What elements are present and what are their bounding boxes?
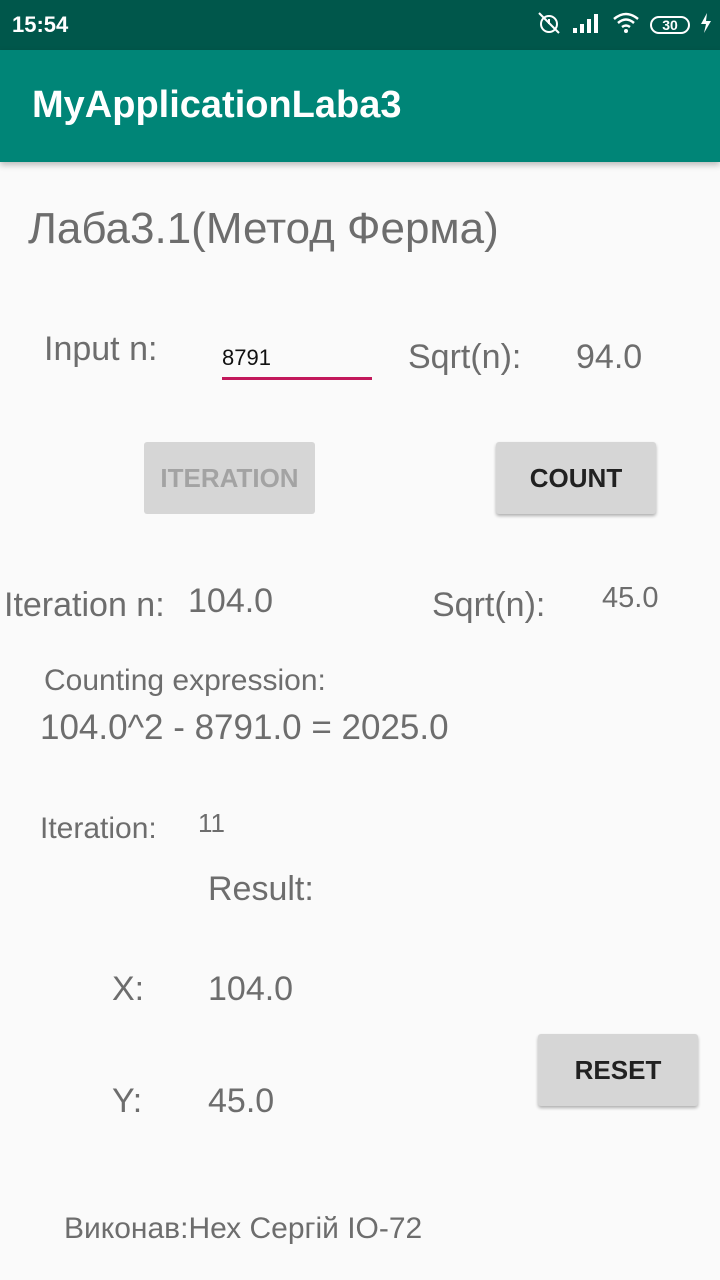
page-heading: Лаба3.1(Метод Ферма) [28, 204, 499, 253]
y-label: Y: [112, 1082, 143, 1120]
counting-expression-label: Counting expression: [44, 664, 326, 697]
iteration-button[interactable]: ITERATION [144, 442, 315, 514]
sqrt-iteration-label: Sqrt(n): [432, 586, 546, 624]
app-bar: MyApplicationLaba3 [0, 50, 720, 162]
iteration-n-value: 104.0 [188, 582, 274, 620]
count-button[interactable]: COUNT [496, 442, 656, 514]
muted-alarm-icon [536, 10, 562, 41]
counting-expression-value: 104.0^2 - 8791.0 = 2025.0 [40, 708, 449, 747]
iteration-value: 11 [198, 808, 225, 838]
battery-icon: 30 [650, 16, 690, 34]
input-n-wrapper [222, 338, 372, 384]
iteration-n-label: Iteration n: [4, 586, 165, 624]
signal-icon [572, 12, 602, 39]
status-icons: 30 [536, 10, 712, 40]
sqrt-iteration-value: 45.0 [602, 582, 659, 614]
result-label: Result: [208, 870, 314, 908]
input-n-field[interactable] [222, 338, 372, 380]
iteration-label: Iteration: [40, 812, 157, 845]
status-time: 15:54 [12, 12, 69, 37]
charging-icon [700, 12, 712, 39]
x-label: X: [112, 970, 145, 1008]
app-title: MyApplicationLaba3 [32, 84, 402, 126]
x-value: 104.0 [208, 970, 294, 1008]
sqrt-n-value: 94.0 [576, 338, 643, 376]
input-n-label: Input n: [44, 330, 158, 368]
wifi-icon [612, 12, 640, 39]
status-bar: 15:54 30 [0, 0, 720, 50]
footer-author: Виконав:Нех Сергій ІО-72 [64, 1212, 423, 1245]
sqrt-n-label: Sqrt(n): [408, 338, 522, 376]
reset-button[interactable]: RESET [538, 1034, 698, 1106]
y-value: 45.0 [208, 1082, 275, 1120]
